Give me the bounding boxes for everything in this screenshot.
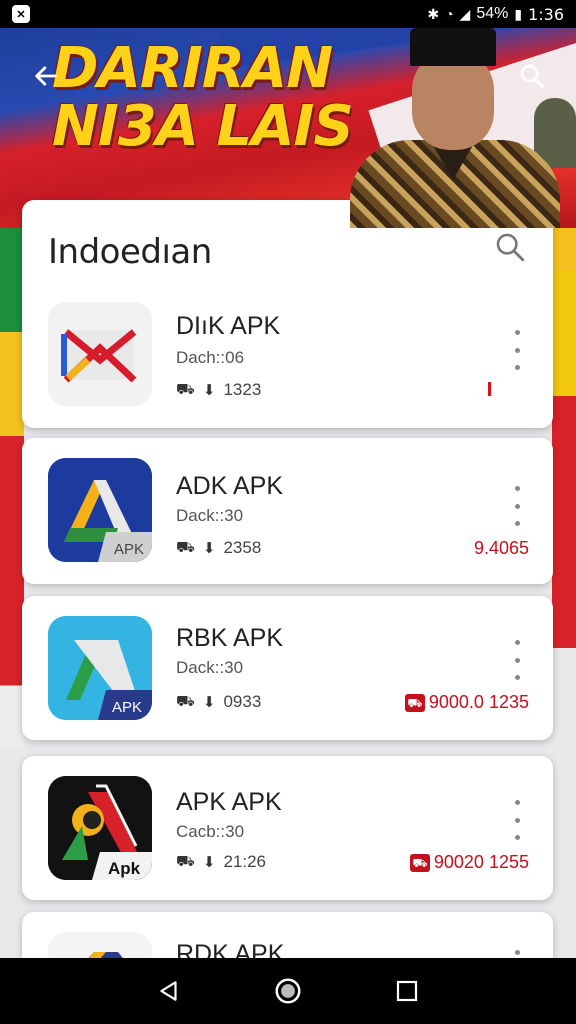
arrow-left-icon xyxy=(35,66,57,86)
nav-recents-button[interactable] xyxy=(387,971,427,1011)
svg-text:APK: APK xyxy=(114,541,144,558)
status-marker xyxy=(488,382,491,396)
more-options-button[interactable] xyxy=(507,800,527,840)
tag-icon: ⛟ xyxy=(176,380,195,398)
apk-a-light-icon: APK xyxy=(48,616,152,720)
app-price-value: 90020 1255 xyxy=(433,852,529,872)
app-price: ⛟ 90020 1255 xyxy=(409,852,529,873)
app-size: 2358 xyxy=(223,538,262,557)
svg-text:APK: APK xyxy=(112,699,142,716)
nav-recents-icon xyxy=(396,980,417,1002)
search-button[interactable] xyxy=(512,56,552,96)
flag-strip-left xyxy=(0,228,24,748)
battery-icon: ▮ xyxy=(514,5,523,22)
app-price: ⛟ 9000.0 1235 xyxy=(404,692,529,713)
app-name: RBK APK xyxy=(176,624,283,652)
tag-icon: ⛟ xyxy=(176,852,195,870)
app-meta: ⛟ ⬇ 2358 xyxy=(176,538,261,558)
more-options-button[interactable] xyxy=(507,486,527,526)
panel-search-button[interactable] xyxy=(493,230,527,264)
app-price: 9.4065 xyxy=(474,538,529,559)
nav-back-icon xyxy=(160,981,177,1001)
search-icon xyxy=(520,64,545,89)
app-meta: ⛟ ⬇ 1323 xyxy=(176,380,261,400)
system-nav-bar xyxy=(0,958,576,1024)
status-time: 1:36 xyxy=(528,4,564,24)
banner-title-line1: DARIRAN xyxy=(52,36,333,101)
app-size: 0933 xyxy=(223,692,262,711)
app-meta: ⛟ ⬇ 0933 xyxy=(176,692,261,712)
envelope-x-icon xyxy=(48,302,152,406)
svg-text:Apk: Apk xyxy=(108,859,141,878)
list-item[interactable]: APK RBK APK Dack::30 ⛟ ⬇ 0933 ⛟ 9000.0 1… xyxy=(22,596,553,740)
app-developer: Cacb::30 xyxy=(176,822,245,841)
status-bar: ✕ ✱ ◔ ◢ 54% ▮ 1:36 xyxy=(0,0,576,28)
download-icon: ⬇ xyxy=(202,540,216,557)
app-meta: ⛟ ⬇ 21:26 xyxy=(176,852,266,872)
price-tag-icon: ⛟ xyxy=(404,693,425,712)
list-item[interactable]: Apk APK APK Cacb::30 ⛟ ⬇ 21:26 ⛟ 90020 1… xyxy=(22,756,553,900)
notification-app-icon: ✕ xyxy=(12,5,30,23)
battery-percent: 54% xyxy=(476,5,509,22)
app-developer: Dack::30 xyxy=(176,506,244,525)
app-size: 1323 xyxy=(223,380,262,399)
bluetooth-icon: ✱ xyxy=(427,5,440,22)
apk-dark-icon: Apk xyxy=(48,776,152,880)
list-item[interactable]: APK ADK APK Dack::30 ⛟ ⬇ 2358 9.4065 xyxy=(22,438,553,584)
app-developer: Dach::06 xyxy=(176,348,245,367)
price-tag-icon: ⛟ xyxy=(409,853,430,872)
flag-strip-right xyxy=(552,228,576,648)
app-price-value: 9.4065 xyxy=(473,538,529,558)
app-developer: Dack::30 xyxy=(176,658,244,677)
header-banner: DARIRAN NI3A LAIS xyxy=(0,28,576,228)
more-options-button[interactable] xyxy=(507,330,527,370)
signal-icon: ◢ xyxy=(459,5,471,22)
list-item[interactable]: DIıK APK Dach::06 ⛟ ⬇ 1323 xyxy=(22,296,553,426)
nav-home-button[interactable] xyxy=(268,971,308,1011)
more-options-button[interactable] xyxy=(507,640,527,680)
back-button[interactable] xyxy=(26,56,66,96)
search-icon xyxy=(496,233,525,262)
app-price-value: 9000.0 1235 xyxy=(428,692,529,712)
banner-title: DARIRAN NI3A LAIS xyxy=(52,40,372,156)
apk-a-icon: APK xyxy=(48,458,152,562)
download-icon: ⬇ xyxy=(202,694,216,711)
tag-icon: ⛟ xyxy=(176,538,195,556)
download-icon: ⬇ xyxy=(202,382,216,399)
wifi-icon: ◔ xyxy=(445,6,454,22)
tag-icon: ⛟ xyxy=(176,692,195,710)
banner-title-line2: NI3A LAIS xyxy=(52,94,354,159)
nav-back-button[interactable] xyxy=(149,971,189,1011)
nav-home-icon xyxy=(275,978,301,1004)
app-name: APK APK xyxy=(176,788,282,816)
app-name: DIıK APK xyxy=(176,312,281,340)
app-size: 21:26 xyxy=(223,852,266,871)
download-icon: ⬇ xyxy=(202,854,216,871)
app-name: ADK APK xyxy=(176,472,283,500)
panel-title: Indoedıan xyxy=(48,232,212,272)
